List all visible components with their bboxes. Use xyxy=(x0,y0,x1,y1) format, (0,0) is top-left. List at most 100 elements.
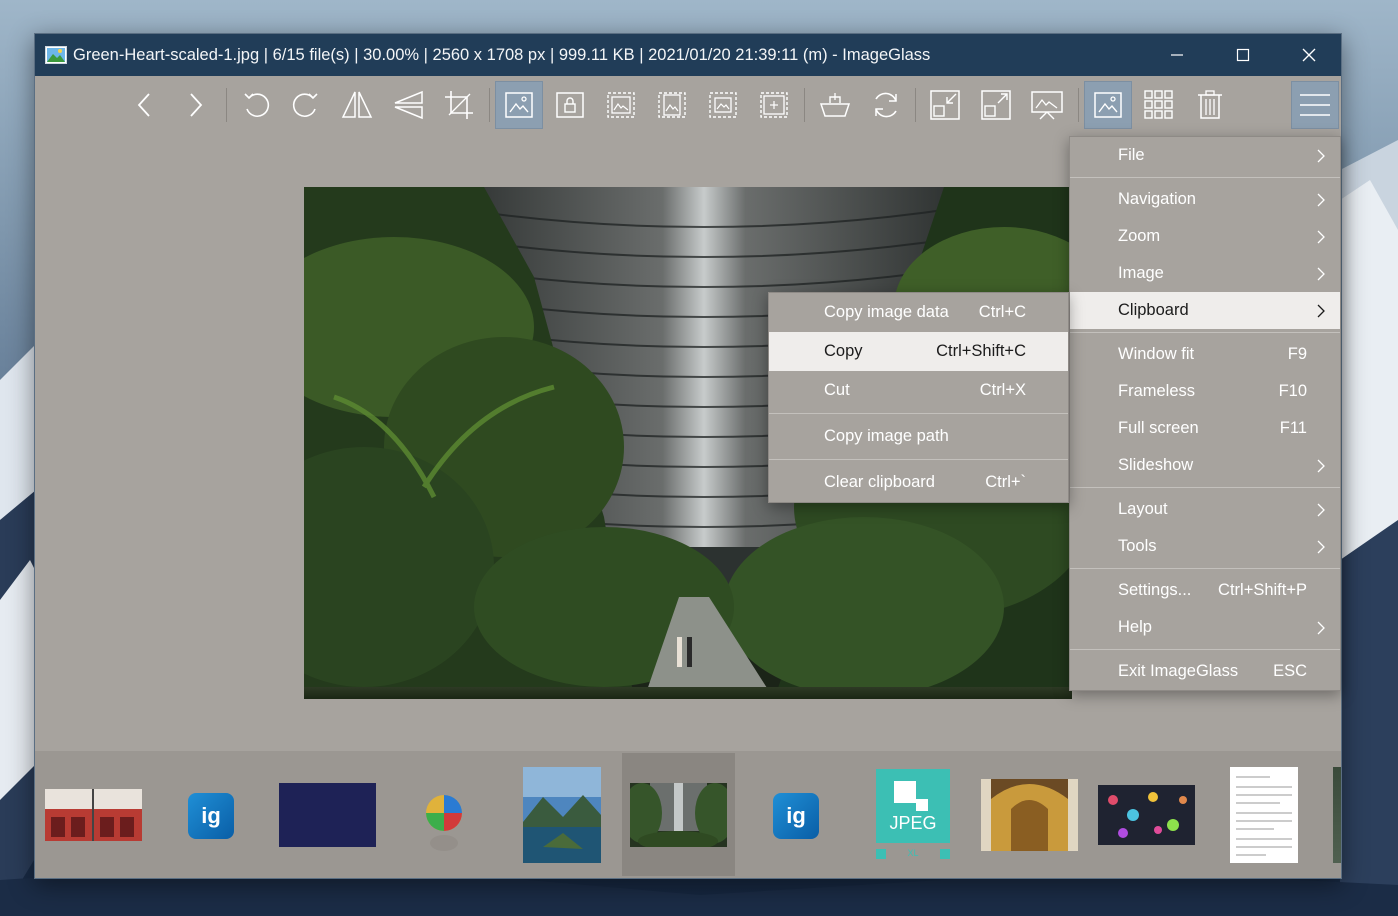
rotate-right-button[interactable] xyxy=(282,81,330,129)
thumb-lake-landscape[interactable] xyxy=(523,767,601,863)
scale-to-fill-button[interactable] xyxy=(750,81,798,129)
jpeg-logo-square xyxy=(916,799,928,811)
menu-item-full-screen[interactable]: Full screen F11 xyxy=(1070,410,1340,447)
submenu-item-cut[interactable]: Cut Ctrl+X xyxy=(769,371,1068,410)
submenu-item-copy-image-data[interactable]: Copy image data Ctrl+C xyxy=(769,293,1068,332)
thumb-jpeg-xl[interactable]: JPEG xyxy=(876,769,950,843)
scale-to-fit-button[interactable] xyxy=(699,81,747,129)
thumb-ig-logo-2[interactable]: ig xyxy=(773,793,819,839)
refresh-button[interactable] xyxy=(862,81,910,129)
thumbnail-bar-button[interactable] xyxy=(1084,81,1132,129)
menu-item-shortcut: Ctrl+` xyxy=(985,473,1026,491)
menu-item-label: Frameless xyxy=(1118,382,1196,400)
main-menu-button[interactable] xyxy=(1291,81,1339,129)
scale-to-height-button[interactable] xyxy=(648,81,696,129)
menu-item-image[interactable]: Image xyxy=(1070,255,1340,292)
menu-item-label: File xyxy=(1118,146,1145,164)
menu-item-zoom[interactable]: Zoom xyxy=(1070,218,1340,255)
menu-separator xyxy=(769,413,1068,414)
menu-item-window-fit[interactable]: Window fit F9 xyxy=(1070,336,1340,373)
menu-item-frameless[interactable]: Frameless F10 xyxy=(1070,373,1340,410)
crop-button[interactable] xyxy=(435,81,483,129)
lock-zoom-button[interactable] xyxy=(546,81,594,129)
rotate-right-icon xyxy=(292,93,318,117)
submenu-item-copy-image-path[interactable]: Copy image path xyxy=(769,417,1068,456)
menu-item-label: Layout xyxy=(1118,500,1168,518)
menu-item-clipboard[interactable]: Clipboard xyxy=(1070,292,1340,329)
hamburger-menu-icon xyxy=(1300,94,1330,116)
flip-horizontal-button[interactable] xyxy=(333,81,381,129)
title-bar: Green-Heart-scaled-1.jpg | 6/15 file(s) … xyxy=(35,34,1341,76)
checkerboard-button[interactable] xyxy=(1135,81,1183,129)
menu-item-label: Full screen xyxy=(1118,419,1199,437)
menu-separator xyxy=(1070,487,1340,488)
thumb-ig-logo-1[interactable]: ig xyxy=(188,793,234,839)
window-fit-icon xyxy=(930,90,960,120)
menu-item-label: Copy image data xyxy=(824,303,949,321)
thumb-document[interactable] xyxy=(1230,767,1298,863)
scale-to-width-button[interactable] xyxy=(597,81,645,129)
menu-item-label: Help xyxy=(1118,618,1152,636)
menu-item-help[interactable]: Help xyxy=(1070,609,1340,646)
chevron-right-icon xyxy=(1317,503,1325,517)
chevron-right-icon xyxy=(190,93,203,117)
grid-icon xyxy=(1144,90,1173,119)
full-screen-button[interactable] xyxy=(972,81,1020,129)
maximize-button[interactable] xyxy=(1210,34,1276,76)
minimize-icon xyxy=(1171,54,1183,56)
menu-item-label: Exit ImageGlass xyxy=(1118,662,1239,680)
thumbnail-bar-icon xyxy=(1094,92,1122,118)
clipboard-submenu: Copy image data Ctrl+C Copy Ctrl+Shift+C… xyxy=(768,292,1069,503)
jpeg-logo-square xyxy=(894,781,916,803)
menu-separator xyxy=(1070,177,1340,178)
ig-logo-label: ig xyxy=(786,803,806,828)
menu-separator xyxy=(1070,568,1340,569)
slideshow-button[interactable] xyxy=(1023,81,1071,129)
previous-image-button[interactable] xyxy=(121,81,169,129)
thumb-colorful-pattern[interactable] xyxy=(1098,785,1195,845)
menu-item-label: Cut xyxy=(824,381,850,399)
close-button[interactable] xyxy=(1276,34,1341,76)
menu-item-shortcut: F10 xyxy=(1278,382,1307,400)
chevron-right-icon xyxy=(1317,267,1325,281)
menu-item-settings[interactable]: Settings... Ctrl+Shift+P xyxy=(1070,572,1340,609)
flip-vertical-button[interactable] xyxy=(384,81,432,129)
refresh-icon xyxy=(875,92,897,118)
delete-button[interactable] xyxy=(1186,81,1234,129)
menu-item-exit[interactable]: Exit ImageGlass ESC xyxy=(1070,653,1340,690)
maximize-icon xyxy=(1236,48,1250,62)
chevron-right-icon xyxy=(1317,193,1325,207)
menu-item-label: Clipboard xyxy=(1118,301,1189,319)
rotate-left-icon xyxy=(244,93,270,117)
crop-icon xyxy=(445,91,473,119)
thumb-storefront[interactable] xyxy=(45,789,142,841)
thumb-green-heart[interactable] xyxy=(630,783,727,847)
menu-item-layout[interactable]: Layout xyxy=(1070,491,1340,528)
window-fit-button[interactable] xyxy=(921,81,969,129)
auto-zoom-button[interactable] xyxy=(495,81,543,129)
rotate-left-button[interactable] xyxy=(232,81,280,129)
open-with-button[interactable] xyxy=(811,81,859,129)
next-image-button[interactable] xyxy=(171,81,219,129)
flip-horizontal-icon xyxy=(341,91,373,118)
menu-item-label: Clear clipboard xyxy=(824,473,935,491)
thumb-ball[interactable] xyxy=(423,793,465,859)
menu-item-label: Copy xyxy=(824,342,863,360)
thumb-partial-next[interactable] xyxy=(1333,767,1341,863)
scale-fill-icon xyxy=(760,92,788,118)
menu-item-slideshow[interactable]: Slideshow xyxy=(1070,447,1340,484)
trash-icon xyxy=(1198,90,1222,119)
toolbar-separator xyxy=(1078,88,1079,122)
submenu-item-clear-clipboard[interactable]: Clear clipboard Ctrl+` xyxy=(769,463,1068,502)
menu-item-shortcut: Ctrl+Shift+C xyxy=(936,342,1026,360)
menu-item-navigation[interactable]: Navigation xyxy=(1070,181,1340,218)
thumb-dark-blue[interactable] xyxy=(279,783,376,847)
thumb-cathedral[interactable] xyxy=(981,779,1078,851)
lock-zoom-icon xyxy=(556,92,584,118)
submenu-item-copy[interactable]: Copy Ctrl+Shift+C xyxy=(769,332,1068,371)
minimize-button[interactable] xyxy=(1144,34,1210,76)
menu-item-file[interactable]: File xyxy=(1070,137,1340,174)
jpeg-xl-sublabel: XL xyxy=(907,848,919,858)
menu-item-label: Zoom xyxy=(1118,227,1161,245)
menu-item-tools[interactable]: Tools xyxy=(1070,528,1340,565)
